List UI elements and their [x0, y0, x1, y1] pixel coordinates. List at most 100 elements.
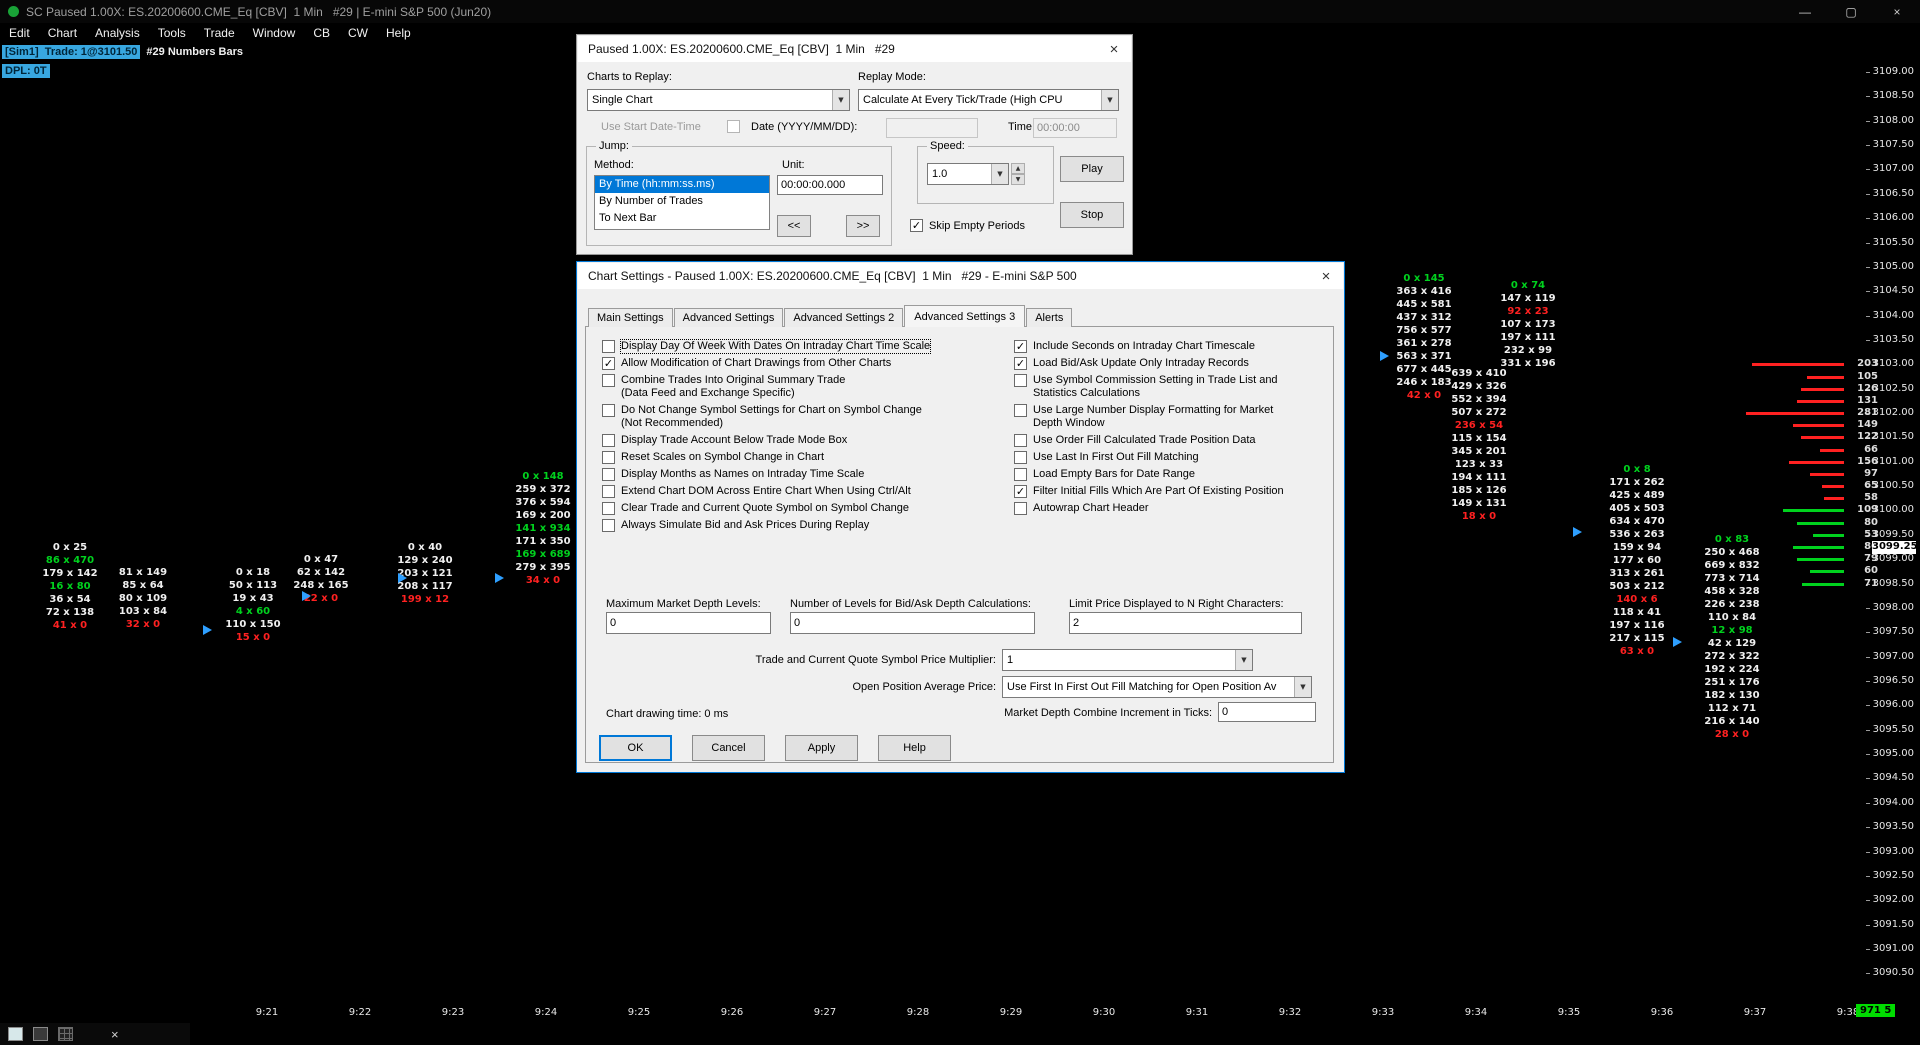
numbers-bar-line: 634 x 470 — [1577, 515, 1697, 528]
jump-method-option[interactable]: To Next Bar — [595, 210, 769, 227]
limit-price-input[interactable]: 2 — [1069, 612, 1302, 634]
cancel-button[interactable]: Cancel — [692, 735, 765, 761]
spinner-up-icon[interactable]: ▲ — [1011, 163, 1025, 174]
chart-tab-icon-2[interactable] — [33, 1027, 48, 1041]
settings-dialog-titlebar[interactable]: Chart Settings - Paused 1.00X: ES.202006… — [578, 263, 1343, 289]
open-position-select[interactable]: Use First In First Out Fill Matching for… — [1002, 676, 1312, 698]
chevron-down-icon[interactable]: ▼ — [1235, 650, 1252, 670]
numbers-bar-line: 149 x 131 — [1419, 497, 1539, 510]
max-depth-input[interactable]: 0 — [606, 612, 771, 634]
checkbox-unchecked[interactable] — [1014, 404, 1027, 417]
tab-advanced-settings-2[interactable]: Advanced Settings 2 — [784, 308, 903, 327]
tab-advanced-settings[interactable]: Advanced Settings — [674, 308, 784, 327]
charts-to-replay-select[interactable]: Single Chart ▼ — [587, 89, 850, 111]
volume-profile-bar — [1783, 509, 1844, 512]
minimize-icon[interactable]: — — [1782, 0, 1828, 23]
play-button[interactable]: Play — [1060, 156, 1124, 182]
volume-profile-bar — [1810, 473, 1844, 476]
chart-tab-icon[interactable] — [8, 1027, 23, 1041]
chevron-down-icon[interactable]: ▼ — [991, 164, 1008, 184]
jump-unit-label: Unit: — [782, 159, 805, 171]
price-tick — [1866, 973, 1870, 974]
volume-profile-bar — [1801, 436, 1844, 439]
menu-item-help[interactable]: Help — [377, 26, 420, 40]
replay-dialog-titlebar[interactable]: Paused 1.00X: ES.20200600.CME_Eq [CBV] 1… — [578, 36, 1131, 62]
checkbox-unchecked[interactable] — [1014, 374, 1027, 387]
jump-method-option[interactable]: By Time (hh:mm:ss.ms) — [595, 176, 769, 193]
time-axis-label: 9:26 — [721, 1007, 743, 1018]
numbers-bar-line: 208 x 117 — [365, 580, 485, 593]
price-scale-label: 3107.50 — [1873, 139, 1914, 150]
tab-advanced-settings-3[interactable]: Advanced Settings 3 — [904, 305, 1025, 327]
checkbox-unchecked[interactable] — [1014, 451, 1027, 464]
checkbox-checked[interactable]: ✓ — [1014, 357, 1027, 370]
jump-method-option[interactable]: By Number of Trades — [595, 193, 769, 210]
use-start-checkbox[interactable] — [727, 120, 740, 133]
checkbox-label: Display Trade Account Below Trade Mode B… — [621, 434, 847, 447]
skip-empty-checkbox[interactable]: ✓ — [910, 219, 923, 232]
chevron-down-icon[interactable]: ▼ — [1294, 677, 1311, 697]
apply-button[interactable]: Apply — [785, 735, 858, 761]
volume-profile-bar — [1793, 546, 1844, 549]
jump-forward-button[interactable]: >> — [846, 215, 880, 237]
checkbox-unchecked[interactable] — [602, 434, 615, 447]
stop-button[interactable]: Stop — [1060, 202, 1124, 228]
checkbox-unchecked[interactable] — [602, 519, 615, 532]
levels-input[interactable]: 0 — [790, 612, 1035, 634]
replay-mode-select[interactable]: Calculate At Every Tick/Trade (High CPU … — [858, 89, 1119, 111]
menu-item-analysis[interactable]: Analysis — [86, 26, 149, 40]
menu-item-cb[interactable]: CB — [304, 26, 339, 40]
jump-back-button[interactable]: << — [777, 215, 811, 237]
numbers-bar-line: 345 x 201 — [1419, 445, 1539, 458]
checkbox-unchecked[interactable] — [1014, 468, 1027, 481]
checkbox-unchecked[interactable] — [602, 485, 615, 498]
checkbox-unchecked[interactable] — [602, 404, 615, 417]
checkbox-checked[interactable]: ✓ — [1014, 340, 1027, 353]
menu-item-edit[interactable]: Edit — [0, 26, 39, 40]
price-scale-label: 3107.00 — [1873, 163, 1914, 174]
menu-item-chart[interactable]: Chart — [39, 26, 86, 40]
charts-to-replay-label: Charts to Replay: — [587, 71, 672, 83]
ok-button[interactable]: OK — [599, 735, 672, 761]
tab-alerts[interactable]: Alerts — [1026, 308, 1072, 327]
close-icon[interactable]: × — [1874, 0, 1920, 23]
numbers-bar-line: 0 x 83 — [1672, 533, 1792, 546]
chevron-down-icon[interactable]: ▼ — [832, 90, 849, 110]
menu-item-window[interactable]: Window — [244, 26, 305, 40]
multiplier-select[interactable]: 1 ▼ — [1002, 649, 1253, 671]
tile-windows-icon[interactable] — [58, 1027, 73, 1041]
date-input — [886, 118, 978, 138]
chevron-down-icon[interactable]: ▼ — [1101, 90, 1118, 110]
time-label: Time: — [1008, 121, 1035, 133]
volume-profile-value: 65 — [1846, 480, 1878, 491]
menu-item-tools[interactable]: Tools — [149, 26, 195, 40]
checkbox-unchecked[interactable] — [602, 451, 615, 464]
price-scale-label: 3098.50 — [1873, 578, 1914, 589]
help-button[interactable]: Help — [878, 735, 951, 761]
checkbox-unchecked[interactable] — [602, 374, 615, 387]
settings-tabs: Main SettingsAdvanced SettingsAdvanced S… — [588, 305, 1073, 327]
checkbox-unchecked[interactable] — [602, 468, 615, 481]
speed-select[interactable]: 1.0 ▼ — [927, 163, 1009, 185]
checkbox-checked[interactable]: ✓ — [1014, 485, 1027, 498]
numbers-bar-line: 197 x 111 — [1468, 331, 1588, 344]
numbers-bar-line: 92 x 23 — [1468, 305, 1588, 318]
combine-input[interactable]: 0 — [1218, 702, 1316, 722]
checkbox-checked[interactable]: ✓ — [602, 357, 615, 370]
settings-dialog-close-icon[interactable]: × — [1309, 263, 1343, 289]
checkbox-unchecked[interactable] — [1014, 434, 1027, 447]
checkbox-unchecked[interactable] — [602, 502, 615, 515]
jump-unit-input[interactable]: 00:00:00.000 — [777, 175, 883, 195]
menu-item-cw[interactable]: CW — [339, 26, 377, 40]
maximize-icon[interactable]: ▢ — [1828, 0, 1874, 23]
settings-checkbox-row: Use Symbol Commission Setting in Trade L… — [1014, 374, 1284, 400]
window-titlebar[interactable]: SC Paused 1.00X: ES.20200600.CME_Eq [CBV… — [0, 0, 1920, 23]
checkbox-unchecked[interactable] — [1014, 502, 1027, 515]
replay-dialog-close-icon[interactable]: × — [1097, 36, 1131, 62]
time-axis-label: 9:35 — [1558, 1007, 1580, 1018]
tab-main-settings[interactable]: Main Settings — [588, 308, 673, 327]
close-chart-icon[interactable]: × — [111, 1027, 119, 1042]
checkbox-unchecked[interactable] — [602, 340, 615, 353]
spinner-down-icon[interactable]: ▼ — [1011, 174, 1025, 185]
menu-item-trade[interactable]: Trade — [195, 26, 244, 40]
